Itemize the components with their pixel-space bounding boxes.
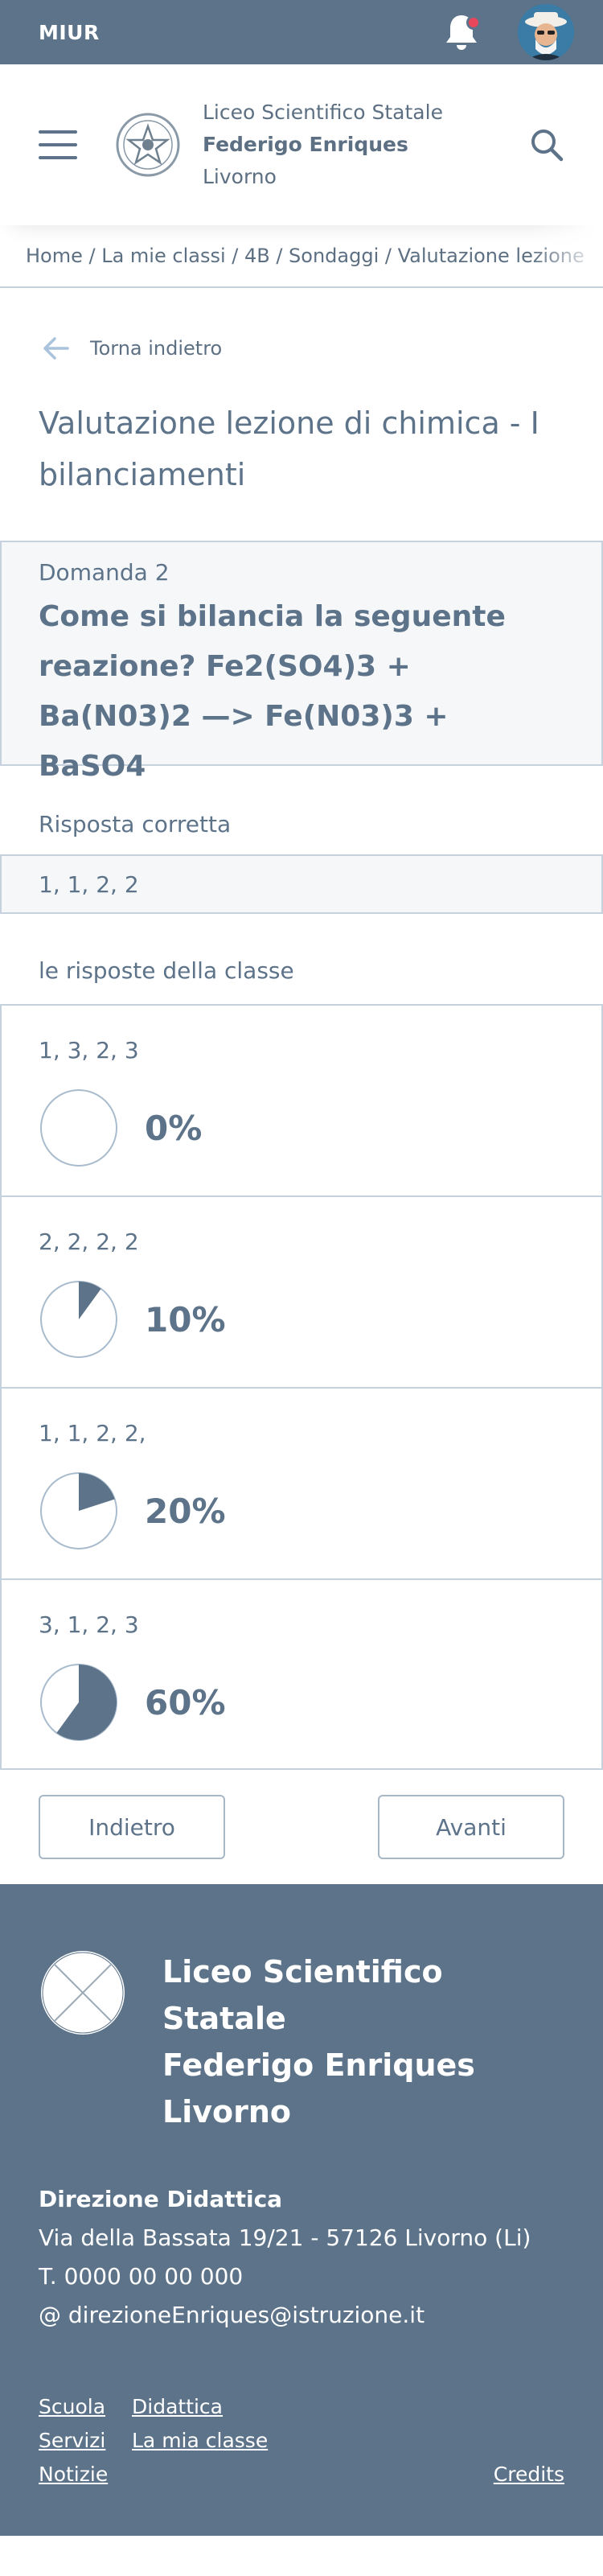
copyright: ®Copyright 2013 xyxy=(39,2555,564,2576)
footer-contacts: Direzione Didattica Via della Bassata 19… xyxy=(39,2180,564,2335)
topbar-actions xyxy=(444,4,574,60)
site-header: Liceo Scientifico Statale Federigo Enriq… xyxy=(0,64,603,225)
class-answers-list: 1, 3, 2, 3 0% 2, 2, 2, 2 10% 1, 1, 2, 2,… xyxy=(0,1004,603,1770)
avatar[interactable] xyxy=(518,4,574,60)
footer: Liceo Scientifico Statale Federigo Enriq… xyxy=(0,1884,603,2576)
option-label: 2, 2, 2, 2 xyxy=(39,1228,139,1255)
contacts-heading: Direzione Didattica xyxy=(39,2186,283,2212)
footer-link-didattica[interactable]: Didattica xyxy=(132,2393,494,2422)
footer-link-la-mia-classe[interactable]: La mia classe xyxy=(132,2426,494,2455)
breadcrumb[interactable]: Home / La mie classi / 4B / Sondaggi / V… xyxy=(0,225,603,288)
footer-school-name[interactable]: Liceo Scientifico Statale Federigo Enriq… xyxy=(162,1948,564,2135)
hamburger-icon[interactable] xyxy=(39,130,77,159)
school-line-2: Federigo Enriques xyxy=(203,133,408,156)
school-line-1: Liceo Scientifico Statale xyxy=(203,101,443,124)
answer-option: 1, 1, 2, 2, 20% xyxy=(0,1387,603,1578)
answer-option: 2, 2, 2, 2 10% xyxy=(0,1195,603,1387)
footer-name-line-1: Liceo Scientifico Statale xyxy=(162,1954,443,2036)
footer-link-scuola[interactable]: Scuola xyxy=(39,2393,132,2422)
footer-link-servizi[interactable]: Servizi xyxy=(39,2426,132,2455)
back-label: Torna indietro xyxy=(90,337,223,360)
footer-name-line-3: Livorno xyxy=(162,2094,292,2130)
question-number: Domanda 2 xyxy=(39,559,170,586)
back-link[interactable]: Torna indietro xyxy=(0,288,603,368)
phone: T. 0000 00 00 000 xyxy=(39,2263,244,2290)
pie-chart xyxy=(40,1281,117,1358)
correct-answer-value: 1, 1, 2, 2 xyxy=(0,854,603,914)
footer-link-notizie[interactable]: Notizie xyxy=(39,2460,132,2489)
option-percent: 10% xyxy=(145,1299,226,1339)
option-percent: 20% xyxy=(145,1491,226,1531)
footer-brand: Liceo Scientifico Statale Federigo Enriq… xyxy=(39,1948,564,2135)
school-name[interactable]: Liceo Scientifico Statale Federigo Enriq… xyxy=(203,97,529,193)
option-percent: 60% xyxy=(145,1682,226,1722)
logo-placeholder-icon xyxy=(41,1951,125,2035)
emblem-logo[interactable] xyxy=(114,109,182,181)
question-card: Domanda 2 Come si bilancia la seguente r… xyxy=(0,541,603,783)
option-label: 1, 3, 2, 3 xyxy=(39,1037,139,1064)
address: Via della Bassata 19/21 - 57126 Livorno … xyxy=(39,2224,531,2251)
bell-icon[interactable] xyxy=(444,12,481,52)
top-bar: MIUR xyxy=(0,0,603,64)
answer-option: 1, 3, 2, 3 0% xyxy=(0,1004,603,1195)
pie-chart xyxy=(40,1664,117,1741)
footer-link-credits[interactable]: Credits xyxy=(494,2460,564,2489)
option-label: 3, 1, 2, 3 xyxy=(39,1611,139,1638)
brand-label[interactable]: MIUR xyxy=(39,21,100,44)
question-navigation: Indietro Avanti xyxy=(0,1770,603,1884)
pie-background xyxy=(40,1089,117,1167)
page-title: Valutazione lezione di chimica - I bilan… xyxy=(39,405,539,492)
pie-chart xyxy=(40,1472,117,1549)
option-label: 1, 1, 2, 2, xyxy=(39,1420,146,1446)
pie-chart xyxy=(40,1089,117,1167)
answer-option: 3, 1, 2, 3 60% xyxy=(0,1578,603,1770)
class-answers-label: le risposte della classe xyxy=(39,957,294,984)
back-button[interactable]: Indietro xyxy=(39,1795,225,1859)
question-text: Come si bilancia la seguente reazione? F… xyxy=(39,600,506,783)
school-line-3: Livorno xyxy=(203,165,277,188)
option-percent: 0% xyxy=(145,1108,203,1148)
footer-name-line-2: Federigo Enriques xyxy=(162,2047,475,2083)
notification-dot xyxy=(466,15,481,30)
next-button[interactable]: Avanti xyxy=(378,1795,564,1859)
footer-links: Scuola Didattica Servizi La mia classe N… xyxy=(39,2393,564,2489)
copyright-link[interactable]: ®Copyright 2013 xyxy=(39,2555,200,2576)
arrow-left-icon xyxy=(43,337,69,360)
email[interactable]: @ direzioneEnriques@istruzione.it xyxy=(39,2296,564,2335)
search-icon[interactable] xyxy=(529,127,564,163)
